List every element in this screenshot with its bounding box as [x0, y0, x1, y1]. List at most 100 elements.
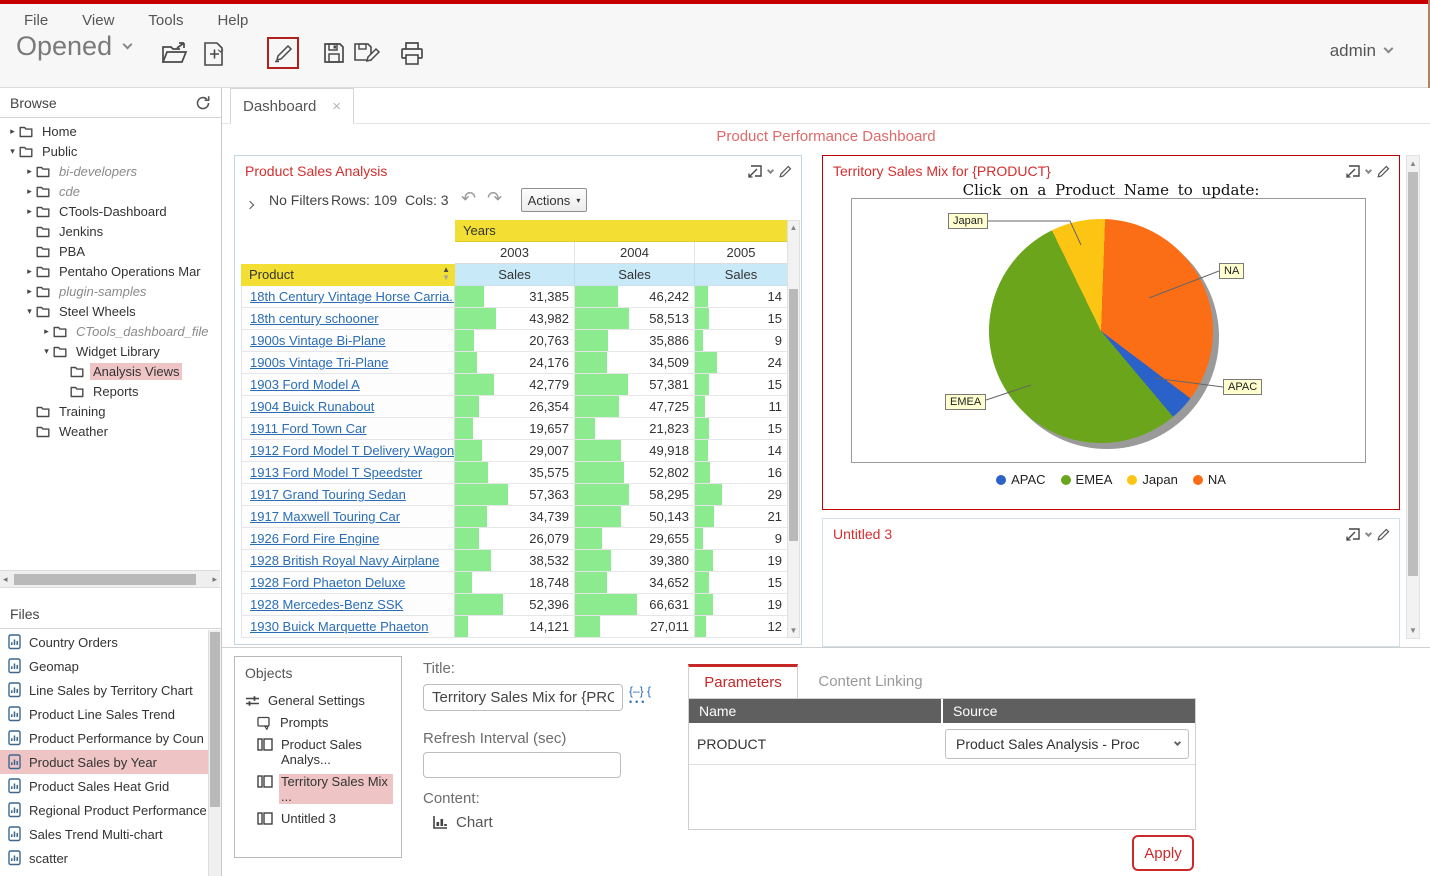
expand-chevron-icon[interactable] — [247, 195, 253, 211]
tree-horizontal-scrollbar[interactable]: ◂ ▸ — [0, 570, 220, 588]
tree-item-pentaho-operations-mar[interactable]: ▸Pentaho Operations Mar — [0, 261, 221, 281]
caret-right-icon[interactable]: ▸ — [23, 286, 36, 297]
actions-button[interactable]: Actions ▾ — [521, 188, 587, 212]
file-item-regional-product-performance[interactable]: Regional Product Performance — [0, 798, 208, 822]
object-item-territory-sales-mix-[interactable]: Territory Sales Mix ... — [257, 774, 401, 804]
open-in-new-icon[interactable] — [1344, 163, 1361, 179]
edit-pencil-icon[interactable] — [778, 164, 793, 179]
product-link[interactable]: 1917 Grand Touring Sedan — [250, 487, 406, 502]
product-link[interactable]: 1930 Buick Marquette Phaeton — [250, 619, 429, 634]
menu-item-help[interactable]: Help — [217, 12, 248, 29]
open-in-new-icon[interactable] — [1344, 526, 1361, 542]
caret-right-icon[interactable]: ▸ — [23, 186, 36, 197]
caret-right-icon[interactable]: ▸ — [40, 326, 53, 337]
parameter-source-select[interactable]: Product Sales Analysis - Proc — [945, 729, 1189, 759]
product-link[interactable]: 1917 Maxwell Touring Car — [250, 509, 400, 524]
save-as-icon[interactable] — [353, 41, 381, 65]
scrollbar-thumb[interactable] — [789, 289, 798, 541]
sort-icon[interactable]: ▲▼ — [442, 266, 450, 282]
close-icon[interactable]: × — [332, 98, 341, 115]
tree-item-weather[interactable]: Weather — [0, 421, 221, 441]
legend-item-apac[interactable]: APAC — [996, 472, 1045, 487]
file-item-product-sales-by-year[interactable]: Product Sales by Year — [0, 750, 208, 774]
tree-item-analysis-views[interactable]: Analysis Views — [0, 361, 221, 381]
save-icon[interactable] — [322, 41, 346, 65]
caret-right-icon[interactable]: ▸ — [23, 266, 36, 277]
file-item-line-sales-by-territory-chart[interactable]: Line Sales by Territory Chart — [0, 678, 208, 702]
files-scrollbar[interactable] — [208, 630, 221, 876]
pie-label-na[interactable]: NA — [1219, 263, 1244, 279]
tab-parameters[interactable]: Parameters — [688, 664, 798, 698]
redo-icon[interactable]: ↷ — [487, 190, 502, 206]
sales-header-2005[interactable]: Sales — [695, 264, 787, 286]
product-link[interactable]: 1903 Ford Model A — [250, 377, 360, 392]
scroll-down-icon[interactable]: ▼ — [1407, 626, 1419, 635]
print-icon[interactable] — [399, 41, 425, 66]
scroll-left-icon[interactable]: ◂ — [3, 574, 8, 585]
file-item-product-performance-by-coun[interactable]: Product Performance by Coun — [0, 726, 208, 750]
edit-pencil-icon[interactable] — [1376, 164, 1391, 179]
scrollbar-thumb[interactable] — [14, 574, 196, 585]
legend-item-emea[interactable]: EMEA — [1061, 472, 1113, 487]
caret-right-icon[interactable]: ▸ — [23, 166, 36, 177]
years-dimension-header[interactable]: Years — [455, 220, 787, 242]
tree-item-public[interactable]: ▾Public — [0, 141, 221, 161]
untitled-widget-panel[interactable]: Untitled 3 — [822, 518, 1400, 647]
tree-item-ctools-dashboard-file[interactable]: ▸CTools_dashboard_file — [0, 321, 221, 341]
product-link[interactable]: 18th century schooner — [250, 311, 379, 326]
year-header-2005[interactable]: 2005 — [695, 242, 787, 264]
product-link[interactable]: 18th Century Vintage Horse Carria... — [250, 289, 455, 304]
tree-item-cde[interactable]: ▸cde — [0, 181, 221, 201]
chevron-down-icon[interactable] — [767, 166, 774, 173]
scroll-up-icon[interactable]: ▲ — [1407, 159, 1419, 168]
pie-label-japan[interactable]: Japan — [948, 213, 988, 229]
content-type-row[interactable]: Chart — [432, 814, 493, 831]
tree-item-home[interactable]: ▸Home — [0, 121, 221, 141]
pie-label-apac[interactable]: APAC — [1223, 379, 1262, 395]
scroll-down-icon[interactable]: ▼ — [788, 626, 799, 635]
tree-item-ctools-dashboard[interactable]: ▸CTools-Dashboard — [0, 201, 221, 221]
file-item-product-sales-heat-grid[interactable]: Product Sales Heat Grid — [0, 774, 208, 798]
file-item-sales-trend-multi-chart[interactable]: Sales Trend Multi-chart — [0, 822, 208, 846]
tab-dashboard[interactable]: Dashboard × — [230, 88, 354, 124]
caret-right-icon[interactable]: ▸ — [23, 206, 36, 217]
tree-item-pba[interactable]: PBA — [0, 241, 221, 261]
product-link[interactable]: 1904 Buick Runabout — [250, 399, 374, 414]
tree-item-steel-wheels[interactable]: ▾Steel Wheels — [0, 301, 221, 321]
product-link[interactable]: 1928 Mercedes-Benz SSK — [250, 597, 403, 612]
user-menu[interactable]: admin — [1330, 41, 1392, 61]
product-link[interactable]: 1913 Ford Model T Speedster — [250, 465, 422, 480]
legend-item-japan[interactable]: Japan — [1127, 472, 1177, 487]
object-item-prompts[interactable]: Prompts — [257, 715, 401, 730]
year-header-2003[interactable]: 2003 — [455, 242, 575, 264]
pie-chart[interactable] — [989, 219, 1213, 443]
product-link[interactable]: 1911 Ford Town Car — [250, 421, 367, 436]
territory-widget-panel[interactable]: Territory Sales Mix for {PRODUCT} Click … — [822, 155, 1400, 510]
sales-header-2003[interactable]: Sales — [455, 264, 575, 286]
file-item-geomap[interactable]: Geomap — [0, 654, 208, 678]
scroll-up-icon[interactable]: ▲ — [788, 223, 799, 232]
caret-right-icon[interactable]: ▸ — [6, 126, 19, 137]
widget-title-input[interactable] — [423, 684, 623, 711]
year-header-2004[interactable]: 2004 — [575, 242, 695, 264]
menu-item-view[interactable]: View — [82, 12, 114, 29]
legend-item-na[interactable]: NA — [1193, 472, 1226, 487]
scroll-right-icon[interactable]: ▸ — [212, 574, 217, 585]
product-link[interactable]: 1928 British Royal Navy Airplane — [250, 553, 439, 568]
file-item-country-orders[interactable]: Country Orders — [0, 630, 208, 654]
refresh-icon[interactable] — [195, 95, 211, 111]
file-item-scatter[interactable]: scatter — [0, 846, 208, 870]
edit-mode-button[interactable] — [267, 37, 299, 69]
menu-item-tools[interactable]: Tools — [148, 12, 183, 29]
product-link[interactable]: 1912 Ford Model T Delivery Wagon — [250, 443, 454, 458]
open-folder-icon[interactable] — [160, 41, 188, 67]
menu-item-file[interactable]: File — [24, 12, 48, 29]
canvas-scrollbar[interactable]: ▲ ▼ — [1406, 155, 1420, 639]
tree-item-widget-library[interactable]: ▾Widget Library — [0, 341, 221, 361]
scrollbar-thumb[interactable] — [1408, 172, 1418, 576]
edit-pencil-icon[interactable] — [1376, 527, 1391, 542]
chevron-down-icon[interactable] — [1365, 529, 1372, 536]
tree-item-reports[interactable]: Reports — [0, 381, 221, 401]
insert-parameter-icon[interactable]: {–} {••• — [629, 686, 651, 707]
object-item-general-settings[interactable]: General Settings — [245, 693, 401, 708]
